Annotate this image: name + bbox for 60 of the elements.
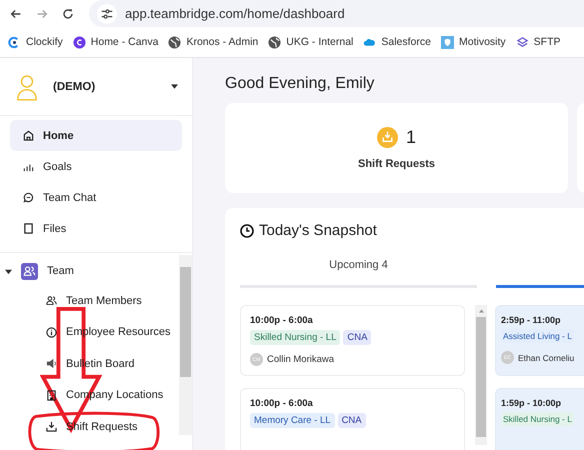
tag: Skilled Nursing - LL bbox=[250, 330, 340, 345]
shield-icon bbox=[440, 36, 454, 48]
clockify-icon bbox=[8, 36, 21, 48]
tag: CNA bbox=[343, 330, 372, 345]
nav-item[interactable]: Goals bbox=[10, 151, 182, 182]
site-settings-icon[interactable] bbox=[97, 4, 117, 24]
shift-time: 10:00p - 6:00a bbox=[250, 315, 314, 326]
snapshot-tab[interactable]: Upcoming 4 bbox=[240, 259, 477, 288]
people-icon bbox=[46, 295, 57, 306]
chat-icon bbox=[23, 192, 34, 203]
shift-time: 1:59p - 10:00p bbox=[501, 398, 562, 408]
tag: CNA bbox=[338, 413, 366, 428]
person-avatar-icon bbox=[16, 72, 38, 100]
shift-card[interactable]: 1:59p - 10:00p Skilled Nursing - L bbox=[495, 388, 584, 450]
nav-item[interactable]: Team Chat bbox=[10, 182, 182, 213]
caret-icon[interactable] bbox=[171, 84, 178, 89]
file-icon bbox=[23, 223, 34, 234]
shift-card[interactable]: 10:00p - 6:00a Memory Care - LL CNA bbox=[240, 388, 465, 450]
scroll-up-icon[interactable] bbox=[478, 309, 484, 313]
canva-icon bbox=[72, 36, 86, 48]
nav-item[interactable]: Home bbox=[10, 120, 182, 151]
stat-count: 1 bbox=[406, 126, 416, 148]
building-icon bbox=[46, 390, 57, 401]
expand-caret-icon bbox=[5, 268, 12, 274]
scrollbar[interactable] bbox=[179, 255, 192, 435]
greeting-heading: Good Evening, Emily bbox=[225, 75, 376, 93]
bookmark-link[interactable]: Salesforce bbox=[363, 36, 431, 48]
globe-icon bbox=[268, 36, 282, 48]
stat-card[interactable]: 1 Shift Requests bbox=[225, 103, 568, 193]
layers-icon bbox=[516, 36, 529, 48]
speaker-icon bbox=[46, 358, 57, 370]
download-tray-icon bbox=[376, 126, 398, 148]
tag: Memory Care - LL bbox=[250, 413, 335, 428]
bookmark-link[interactable]: Home - Canva bbox=[72, 36, 158, 48]
reload-icon[interactable] bbox=[61, 6, 75, 20]
organization-name[interactable]: (DEMO) bbox=[53, 80, 171, 92]
download-tray-icon bbox=[46, 421, 57, 432]
info-icon bbox=[46, 326, 57, 338]
bookmark-link[interactable]: Kronos - Admin bbox=[168, 36, 258, 48]
shift-time: 10:00p - 6:00a bbox=[250, 398, 314, 409]
address-bar[interactable]: app.teambridge.com/home/dashboard bbox=[89, 0, 584, 27]
tag: Assisted Living - L bbox=[501, 329, 574, 343]
bookmark-link[interactable]: Clockify bbox=[8, 36, 63, 48]
globe-icon bbox=[168, 36, 182, 48]
snapshot-title: Today's Snapshot bbox=[259, 222, 377, 239]
team-icon bbox=[21, 262, 38, 280]
shift-time: 2:59p - 11:00p bbox=[501, 315, 562, 325]
employee-name: Collin Morikawa bbox=[267, 354, 334, 365]
nav-item[interactable]: Team Members bbox=[0, 285, 179, 316]
bookmark-link[interactable]: SFTP bbox=[516, 36, 561, 48]
bookmark-link[interactable]: UKG - Internal bbox=[268, 36, 354, 48]
home-icon bbox=[23, 130, 34, 141]
team-section[interactable]: Team bbox=[0, 257, 179, 285]
tag: Skilled Nursing - L bbox=[501, 412, 574, 426]
employee-name: Ethan Corneliu bbox=[518, 352, 574, 362]
nav-item[interactable]: Files bbox=[10, 213, 182, 244]
scrollbar[interactable] bbox=[475, 305, 487, 445]
stat-label: Shift Requests bbox=[358, 158, 435, 170]
clock-icon bbox=[240, 224, 254, 238]
bookmark-link[interactable]: Motivosity bbox=[440, 36, 506, 48]
